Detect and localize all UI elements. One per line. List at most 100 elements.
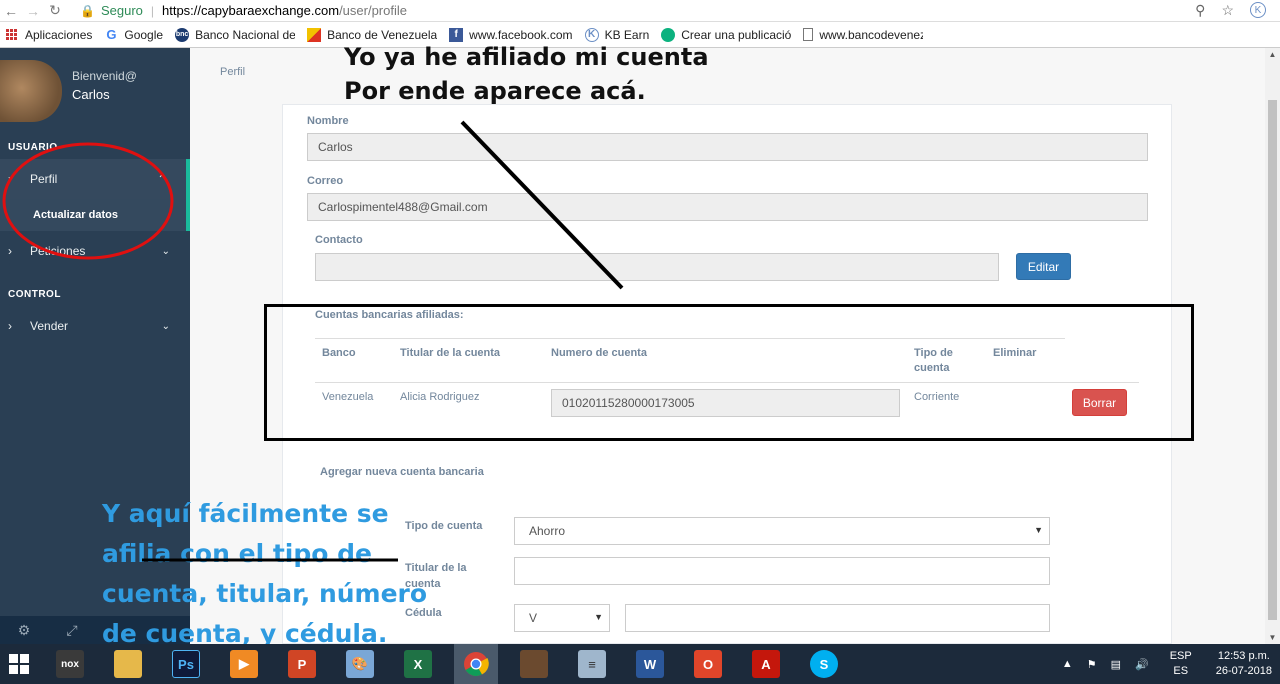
tipo-cuenta-value: Ahorro <box>529 524 566 538</box>
bookmark-bancodevenez[interactable]: www.bancodevenez <box>803 28 923 42</box>
chrome-icon[interactable] <box>454 644 498 684</box>
bookmark-label: Banco Nacional de C <box>195 27 296 42</box>
section-title-control: CONTROL <box>8 289 61 300</box>
annotation-top-line1: Yo ya he afiliado mi cuenta <box>344 43 709 71</box>
volume-icon[interactable]: 🔊 <box>1135 658 1149 671</box>
sidebar-item-vender[interactable]: › Vender ⌄ <box>0 306 190 346</box>
nox-icon[interactable]: nox <box>48 644 92 684</box>
breadcrumb: Perfil <box>220 66 246 78</box>
skype-icon[interactable]: S <box>802 644 846 684</box>
bnc-icon: bnc <box>175 27 190 42</box>
lang-bottom: ES <box>1173 665 1189 677</box>
lock-icon: 🔒 <box>80 3 95 18</box>
word-icon[interactable]: W <box>628 644 672 684</box>
bookmark-label: Google <box>124 27 164 42</box>
chevron-right-icon: › <box>8 244 12 258</box>
greeting-text: Bienvenid@ <box>72 69 137 83</box>
avatar <box>0 60 62 122</box>
bookmark-apps[interactable]: Aplicaciones <box>6 28 92 42</box>
clock[interactable]: 12:53 p.m. 26-07-2018 <box>1216 649 1272 679</box>
tray-expand-icon[interactable]: ▲ <box>1062 658 1073 670</box>
acrobat-icon[interactable]: A <box>744 644 788 684</box>
address-bar-actions: ⚲ ☆ K <box>1195 2 1280 19</box>
reload-icon[interactable]: ↻ <box>44 2 66 19</box>
flag-icon[interactable]: ⚑ <box>1087 658 1097 671</box>
chevron-down-icon: ⌄ <box>161 320 170 332</box>
editar-button[interactable]: Editar <box>1016 253 1071 280</box>
nombre-input[interactable]: Carlos <box>307 133 1148 161</box>
clock-date: 26-07-2018 <box>1215 665 1272 677</box>
media-player-icon[interactable]: ▶ <box>222 644 266 684</box>
url-path: /user/profile <box>339 3 407 18</box>
page-scrollbar[interactable]: ▲ ▼ <box>1265 48 1280 644</box>
annotation-bottom-line2: afilia con el tipo de <box>102 539 372 568</box>
sidebar-item-perfil[interactable]: › Perfil ⌃ <box>0 159 190 199</box>
excel-icon[interactable]: X <box>396 644 440 684</box>
annotation-bottom-line3: cuenta, titular, número <box>102 579 428 608</box>
google-icon: G <box>106 27 117 42</box>
annotation-bottom-line1: Y aquí fácilmente se <box>102 499 389 528</box>
apps-grid-icon <box>6 29 17 40</box>
nombre-label: Nombre <box>307 115 349 127</box>
agregar-title: Agregar nueva cuenta bancaria <box>320 466 484 478</box>
page-icon <box>803 28 814 41</box>
cedula-prefix-select[interactable]: V ▼ <box>514 604 610 632</box>
kb-extension-icon[interactable]: K <box>1250 2 1266 18</box>
secure-label: Seguro <box>100 3 143 18</box>
caret-down-icon: ▼ <box>594 612 603 622</box>
cedula-input[interactable] <box>625 604 1050 632</box>
clock-time: 12:53 p.m. <box>1217 650 1270 662</box>
system-tray: ▲ ⚑ ▤ 🔊 ESP ES 12:53 p.m. 26-07-2018 <box>1055 649 1280 679</box>
cedula-prefix-value: V <box>529 611 538 625</box>
titular-input[interactable] <box>514 557 1050 585</box>
paint-icon[interactable]: 🎨 <box>338 644 382 684</box>
annotation-bottom: Y aquí fácilmente se afilia con el tipo … <box>102 494 427 654</box>
url-field[interactable]: https://capybaraexchange.com/user/profil… <box>162 3 407 18</box>
bookmark-bnc[interactable]: bnc Banco Nacional de C <box>175 27 296 42</box>
fullscreen-icon[interactable]: ⤢ <box>48 622 96 639</box>
welcome-block: Bienvenid@ Carlos <box>72 69 137 102</box>
url-separator: | <box>150 3 154 18</box>
correo-label: Correo <box>307 175 344 187</box>
calculator-icon[interactable]: ≡ <box>570 644 614 684</box>
chevron-up-icon: ⌃ <box>157 173 166 185</box>
language-indicator[interactable]: ESP ES <box>1170 649 1192 679</box>
forward-icon[interactable]: → <box>22 3 44 19</box>
sidebar-item-peticiones[interactable]: › Peticiones ⌄ <box>0 231 190 271</box>
gear-icon[interactable]: ⚙ <box>0 622 48 639</box>
scroll-thumb[interactable] <box>1268 100 1277 620</box>
sidebar-item-label: Vender <box>30 319 69 333</box>
windows-taskbar: nox Ps ▶ P 🎨 X ≡ W O A S ▲ ⚑ ▤ 🔊 ESP ES … <box>0 644 1280 684</box>
sidebar-item-label: Perfil <box>30 172 58 186</box>
profile-header: Bienvenid@ Carlos <box>0 48 190 128</box>
chevron-down-icon: ⌄ <box>161 245 170 257</box>
banco-venezuela-icon <box>307 27 322 42</box>
file-explorer-icon[interactable] <box>106 644 150 684</box>
network-icon[interactable]: ▤ <box>1111 658 1121 671</box>
url-host: https://capybaraexchange.com <box>162 3 340 18</box>
annotation-top-line2: Por ende aparece acá. <box>344 77 646 105</box>
photoshop-icon[interactable]: Ps <box>164 644 208 684</box>
sidebar-item-label: Peticiones <box>30 244 86 258</box>
correo-input[interactable]: Carlospimentel488@Gmail.com <box>307 193 1148 221</box>
star-icon[interactable]: ☆ <box>1221 2 1234 19</box>
back-icon[interactable]: ← <box>0 3 22 19</box>
section-title-usuario: USUARIO <box>8 142 58 153</box>
contacto-input[interactable] <box>315 253 999 281</box>
scroll-down-icon[interactable]: ▼ <box>1265 633 1280 642</box>
game-icon[interactable] <box>512 644 556 684</box>
powerpoint-icon[interactable]: P <box>280 644 324 684</box>
annotation-highlight-box <box>264 304 1194 441</box>
browser-address-bar: ← → ↻ 🔒 Seguro | https://capybaraexchang… <box>0 0 1280 22</box>
bookmark-google[interactable]: G Google <box>104 28 163 42</box>
scroll-up-icon[interactable]: ▲ <box>1265 50 1280 59</box>
bookmark-label: Aplicaciones <box>25 27 93 42</box>
tipo-cuenta-select[interactable]: Ahorro ▼ <box>514 517 1050 545</box>
sidebar-subitem-actualizar[interactable]: Actualizar datos <box>0 199 190 231</box>
windows-start-icon[interactable] <box>0 644 38 684</box>
chevron-right-icon: › <box>8 172 12 186</box>
user-name: Carlos <box>72 87 110 102</box>
caret-down-icon: ▼ <box>1034 525 1043 535</box>
zoom-icon[interactable]: ⚲ <box>1195 2 1205 19</box>
office-icon[interactable]: O <box>686 644 730 684</box>
